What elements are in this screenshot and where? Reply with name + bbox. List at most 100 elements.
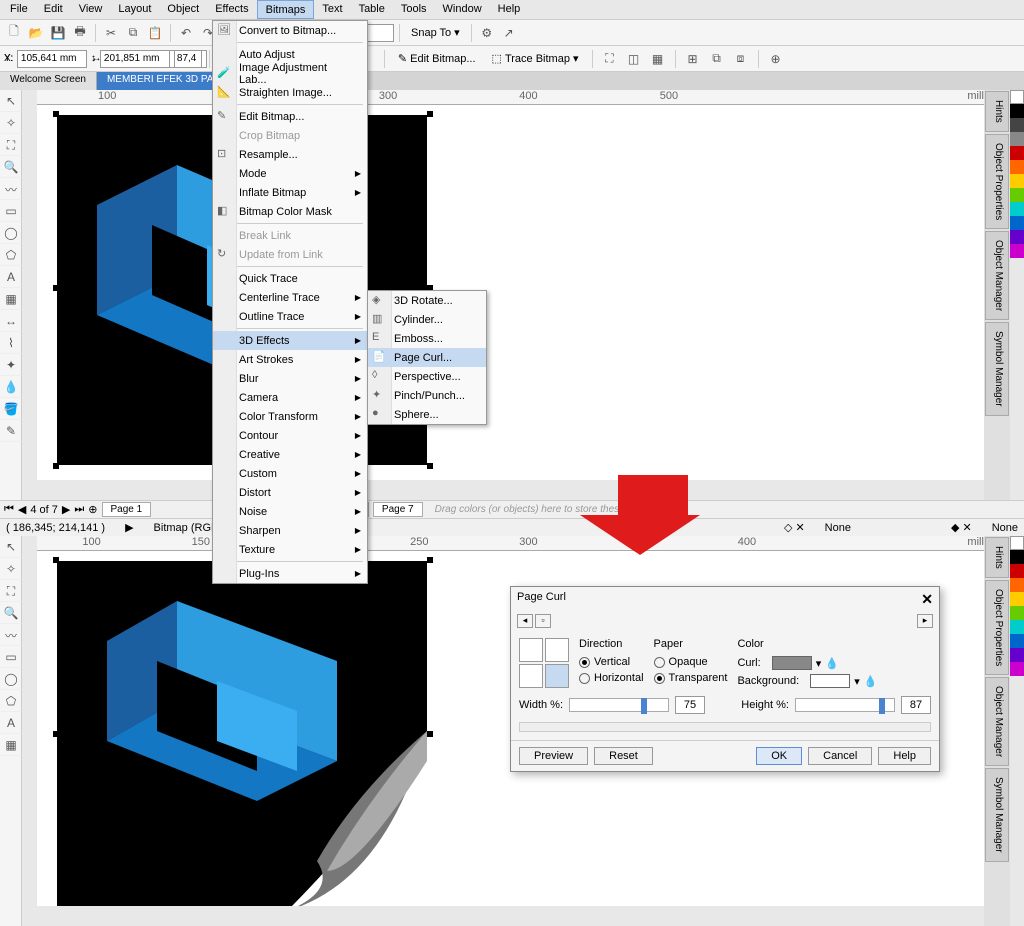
play-icon[interactable]: ▶ xyxy=(125,521,133,534)
submenu-item-sphere-[interactable]: ●Sphere... xyxy=(368,405,486,424)
add-icon[interactable]: ⊕ xyxy=(766,49,786,69)
bg-color-swatch[interactable] xyxy=(810,674,850,688)
tab-welcome[interactable]: Welcome Screen xyxy=(0,72,97,90)
submenu-item-3d-rotate-[interactable]: ◈3D Rotate... xyxy=(368,291,486,310)
copy-icon[interactable]: ⧉ xyxy=(123,23,143,43)
snap-to-button[interactable]: Snap To ▾ xyxy=(405,24,466,41)
menu-item-contour[interactable]: Contour▶ xyxy=(213,426,367,445)
preview-button[interactable]: Preview xyxy=(519,747,588,765)
menu-bitmaps[interactable]: Bitmaps xyxy=(257,0,315,19)
submenu-item-page-curl-[interactable]: 📄Page Curl... xyxy=(368,348,486,367)
dlg-preview-icon[interactable]: ▫ xyxy=(535,614,551,628)
color-palette[interactable] xyxy=(1010,90,1024,500)
docker-obj-properties[interactable]: Object Properties xyxy=(985,580,1009,675)
dlg-next-icon[interactable]: ▸ xyxy=(917,614,933,628)
open-icon[interactable]: 📂 xyxy=(26,23,46,43)
menu-file[interactable]: File xyxy=(2,0,36,19)
docker-symbol-manager[interactable]: Symbol Manager xyxy=(985,768,1009,862)
polygon-tool-icon[interactable]: ⬠ xyxy=(0,690,22,712)
menu-item-sharpen[interactable]: Sharpen▶ xyxy=(213,521,367,540)
submenu-item-cylinder-[interactable]: ▥Cylinder... xyxy=(368,310,486,329)
pick-tool-icon[interactable]: ↖ xyxy=(0,90,22,112)
cut-icon[interactable]: ✂ xyxy=(101,23,121,43)
docker-obj-manager[interactable]: Object Manager xyxy=(985,231,1009,320)
menu-window[interactable]: Window xyxy=(435,0,490,19)
curl-color-swatch[interactable] xyxy=(772,656,812,670)
h-input[interactable] xyxy=(100,50,170,68)
ungroup-icon[interactable]: ⧈ xyxy=(731,49,751,69)
menu-item-resample-[interactable]: ⊡Resample... xyxy=(213,145,367,164)
menu-item-3d-effects[interactable]: 3D Effects▶ xyxy=(213,331,367,350)
ellipse-tool-icon[interactable]: ◯ xyxy=(0,668,22,690)
dropdown-icon[interactable]: ▾ xyxy=(854,675,860,688)
fill-swatch-icon[interactable]: ◇ ✕ xyxy=(784,521,805,534)
save-icon[interactable]: 💾 xyxy=(48,23,68,43)
crop-icon[interactable]: ⛶ xyxy=(600,49,620,69)
docker-symbol-manager[interactable]: Symbol Manager xyxy=(985,322,1009,416)
menu-item-outline-trace[interactable]: Outline Trace▶ xyxy=(213,307,367,326)
nav-prev-icon[interactable]: ◀ xyxy=(18,503,26,516)
crop-tool-icon[interactable]: ⛶ xyxy=(0,134,22,156)
paste-icon[interactable]: 📋 xyxy=(145,23,165,43)
menu-item-plug-ins[interactable]: Plug-Ins▶ xyxy=(213,564,367,583)
print-icon[interactable]: 🖶 xyxy=(70,23,90,43)
zoom-tool-icon[interactable]: 🔍 xyxy=(0,602,22,624)
table-tool-icon[interactable]: ▦ xyxy=(0,734,22,756)
text-tool-icon[interactable]: A xyxy=(0,712,22,734)
menu-item-inflate-bitmap[interactable]: Inflate Bitmap▶ xyxy=(213,183,367,202)
submenu-item-perspective-[interactable]: ◊Perspective... xyxy=(368,367,486,386)
menu-item-noise[interactable]: Noise▶ xyxy=(213,502,367,521)
menu-layout[interactable]: Layout xyxy=(110,0,159,19)
rectangle-tool-icon[interactable]: ▭ xyxy=(0,646,22,668)
menu-item-image-adjustment-lab-[interactable]: 🧪Image Adjustment Lab... xyxy=(213,64,367,83)
new-icon[interactable]: 🗋 xyxy=(4,23,24,43)
connector-tool-icon[interactable]: ⌇ xyxy=(0,332,22,354)
radio-transparent[interactable]: Transparent xyxy=(654,672,728,684)
resample-icon[interactable]: ◫ xyxy=(624,49,644,69)
shape-tool-icon[interactable]: ✧ xyxy=(0,112,22,134)
color-palette-2[interactable] xyxy=(1010,536,1024,926)
close-icon[interactable]: ✕ xyxy=(921,591,933,608)
menu-item-custom[interactable]: Custom▶ xyxy=(213,464,367,483)
menu-view[interactable]: View xyxy=(71,0,111,19)
menu-item-centerline-trace[interactable]: Centerline Trace▶ xyxy=(213,288,367,307)
docker-obj-properties[interactable]: Object Properties xyxy=(985,134,1009,229)
width-input[interactable] xyxy=(675,696,705,714)
radio-vertical[interactable]: Vertical xyxy=(579,656,644,668)
y-input[interactable] xyxy=(17,50,87,68)
menu-item-blur[interactable]: Blur▶ xyxy=(213,369,367,388)
dlg-prev-icon[interactable]: ◂ xyxy=(517,614,533,628)
rectangle-tool-icon[interactable]: ▭ xyxy=(0,200,22,222)
nav-last-icon[interactable]: ⏭ xyxy=(74,503,84,516)
corner-bl[interactable] xyxy=(519,664,543,688)
menu-table[interactable]: Table xyxy=(351,0,393,19)
ok-button[interactable]: OK xyxy=(756,747,802,765)
pct2-input[interactable] xyxy=(174,50,202,68)
table-tool-icon[interactable]: ▦ xyxy=(0,288,22,310)
corner-tr[interactable] xyxy=(545,638,569,662)
nav-first-icon[interactable]: ⏮ xyxy=(4,503,14,516)
menu-help[interactable]: Help xyxy=(490,0,529,19)
freehand-tool-icon[interactable]: 〰 xyxy=(0,178,22,200)
height-input[interactable] xyxy=(901,696,931,714)
width-slider[interactable] xyxy=(569,698,669,712)
fill-tool-icon[interactable]: 🪣 xyxy=(0,398,22,420)
corner-br[interactable] xyxy=(545,664,569,688)
eyedropper-tool-icon[interactable]: 💧 xyxy=(0,376,22,398)
trace-bitmap-button[interactable]: ⬚ Trace Bitmap ▾ xyxy=(486,50,585,67)
text-tool-icon[interactable]: A xyxy=(0,266,22,288)
menu-edit[interactable]: Edit xyxy=(36,0,71,19)
menu-item-mode[interactable]: Mode▶ xyxy=(213,164,367,183)
menu-item-creative[interactable]: Creative▶ xyxy=(213,445,367,464)
menu-item-color-transform[interactable]: Color Transform▶ xyxy=(213,407,367,426)
dimension-tool-icon[interactable]: ↔ xyxy=(0,310,22,332)
outline-swatch-icon[interactable]: ◆ ✕ xyxy=(951,521,972,534)
menu-item-convert-to-bitmap-[interactable]: 🖼Convert to Bitmap... xyxy=(213,21,367,40)
menu-item-distort[interactable]: Distort▶ xyxy=(213,483,367,502)
menu-item-texture[interactable]: Texture▶ xyxy=(213,540,367,559)
launch-icon[interactable]: ↗ xyxy=(499,23,519,43)
align-icon[interactable]: ⊞ xyxy=(683,49,703,69)
undo-icon[interactable]: ↶ xyxy=(176,23,196,43)
polygon-tool-icon[interactable]: ⬠ xyxy=(0,244,22,266)
help-button[interactable]: Help xyxy=(878,747,931,765)
